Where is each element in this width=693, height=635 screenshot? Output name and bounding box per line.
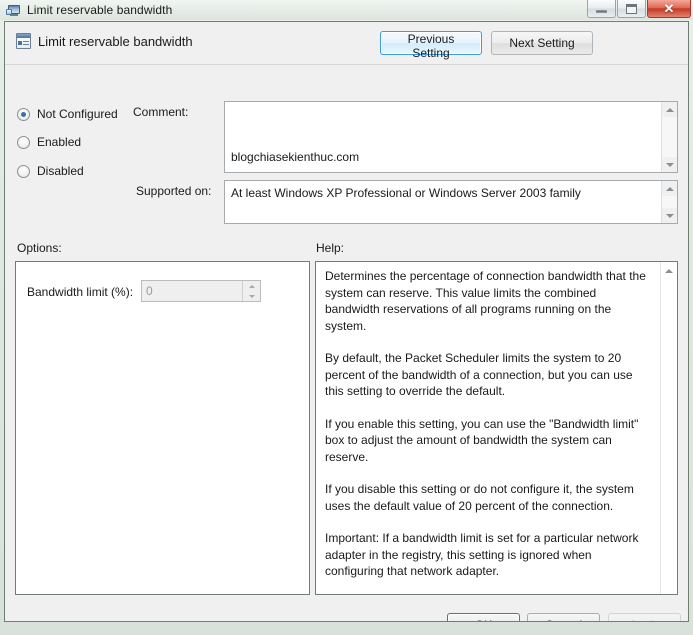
dialog-window: Limit reservable bandwidth ✕ Limit reser… [0, 0, 693, 635]
supported-scroll-down-button[interactable] [662, 208, 677, 223]
setting-title: Limit reservable bandwidth [38, 34, 193, 49]
minimize-icon [596, 9, 607, 13]
radio-enabled-indicator [17, 135, 30, 149]
ok-button[interactable]: OK [447, 613, 520, 621]
help-scrollbar[interactable] [660, 262, 677, 594]
minimize-button[interactable] [587, 0, 616, 18]
help-paragraph: Important: If a bandwidth limit is set f… [325, 531, 639, 578]
help-paragraph: If you enable this setting, you can use … [325, 416, 639, 464]
policy-document-icon [15, 33, 33, 51]
radio-enabled-label: Enabled [37, 135, 82, 149]
comment-scroll-down-button[interactable] [662, 157, 677, 172]
comment-value: blogchiasekienthuc.com [231, 150, 360, 164]
help-paragraph: Determines the percentage of connection … [325, 269, 646, 333]
radio-not-configured[interactable]: Not Configured [17, 107, 118, 121]
radio-disabled[interactable]: Disabled [17, 164, 84, 178]
radio-enabled[interactable]: Enabled [17, 135, 81, 149]
window-icon [6, 3, 22, 18]
comment-scrollbar[interactable] [661, 102, 677, 172]
comment-scroll-up-button[interactable] [662, 102, 677, 117]
supported-on-scrollbar[interactable] [661, 181, 677, 223]
help-label: Help: [316, 241, 345, 255]
supported-on-value: At least Windows XP Professional or Wind… [231, 186, 581, 200]
chevron-up-icon [665, 269, 673, 273]
maximize-icon [626, 3, 637, 14]
chevron-down-icon [248, 294, 255, 298]
bandwidth-limit-stepper[interactable]: 0 [141, 280, 261, 302]
maximize-button[interactable] [617, 0, 646, 18]
bandwidth-decrement-button[interactable] [243, 291, 260, 301]
close-icon: ✕ [663, 1, 675, 16]
chevron-down-icon [665, 213, 674, 218]
help-paragraph: By default, the Packet Scheduler limits … [325, 351, 633, 398]
bandwidth-limit-input[interactable]: 0 [142, 281, 242, 301]
supported-on-textbox[interactable]: At least Windows XP Professional or Wind… [224, 180, 678, 224]
setting-header: Limit reservable bandwidth Previous Sett… [5, 22, 688, 65]
next-setting-button[interactable]: Next Setting [491, 31, 593, 55]
chevron-up-icon [665, 186, 674, 191]
options-panel: Bandwidth limit (%): 0 [15, 261, 310, 595]
bandwidth-limit-spin-buttons[interactable] [242, 281, 260, 301]
chevron-up-icon [665, 107, 674, 112]
radio-disabled-indicator [17, 164, 30, 178]
cancel-button[interactable]: Cancel [527, 613, 600, 621]
title-bar[interactable]: Limit reservable bandwidth ✕ [0, 0, 693, 20]
window-title: Limit reservable bandwidth [27, 3, 173, 17]
comment-label: Comment: [133, 105, 189, 119]
help-panel: Determines the percentage of connection … [315, 261, 678, 595]
help-scroll-up-button[interactable] [661, 264, 677, 278]
dialog-client-area: Limit reservable bandwidth Previous Sett… [4, 21, 689, 622]
radio-not-configured-indicator [17, 107, 30, 121]
close-button[interactable]: ✕ [647, 0, 691, 18]
bandwidth-increment-button[interactable] [243, 281, 260, 291]
options-label: Options: [17, 241, 62, 255]
help-text: Determines the percentage of connection … [325, 268, 653, 580]
help-paragraph: If you disable this setting or do not co… [325, 482, 634, 513]
comment-textbox[interactable]: blogchiasekienthuc.com [224, 101, 678, 173]
bandwidth-limit-label: Bandwidth limit (%): [27, 285, 134, 299]
apply-button[interactable]: Apply [608, 613, 681, 621]
supported-scroll-up-button[interactable] [662, 181, 677, 196]
window-controls: ✕ [586, 0, 691, 20]
chevron-up-icon [248, 284, 255, 288]
chevron-down-icon [665, 162, 674, 167]
radio-not-configured-label: Not Configured [37, 107, 118, 121]
supported-on-label: Supported on: [136, 184, 212, 198]
radio-disabled-label: Disabled [37, 164, 84, 178]
previous-setting-button[interactable]: Previous Setting [380, 31, 482, 60]
